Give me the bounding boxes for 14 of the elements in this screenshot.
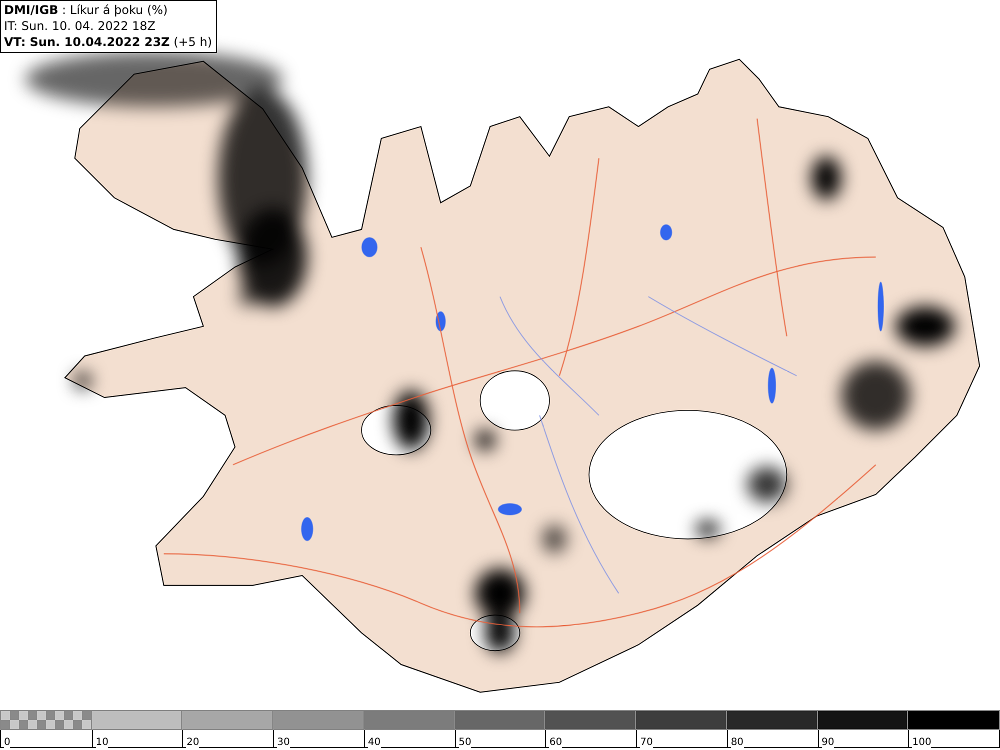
forecast-info-line: VT: Sun. 10.04.2022 23Z (+5 h) [4,34,212,50]
legend-tick-label: 50 [458,737,472,749]
legend-tick-label: 70 [640,737,653,749]
forecast-info-line: DMI/IGB : Líkur á þoku (%) [4,2,169,18]
forecast-info-line: IT: Sun. 10. 04. 2022 18Z [4,18,157,34]
legend-tick-label: 30 [277,737,290,749]
legend-tick-label: 60 [549,737,562,749]
legend-tick-label: 90 [822,737,834,749]
legend-tick-label: 100 [912,737,932,749]
legend-tick-label: 80 [730,737,744,749]
legend-tick-label: 0 [4,737,10,749]
legend-tick-label: 20 [186,737,200,749]
legend-tick-label: 10 [96,737,108,749]
legend-tick-label: 40 [368,737,381,749]
